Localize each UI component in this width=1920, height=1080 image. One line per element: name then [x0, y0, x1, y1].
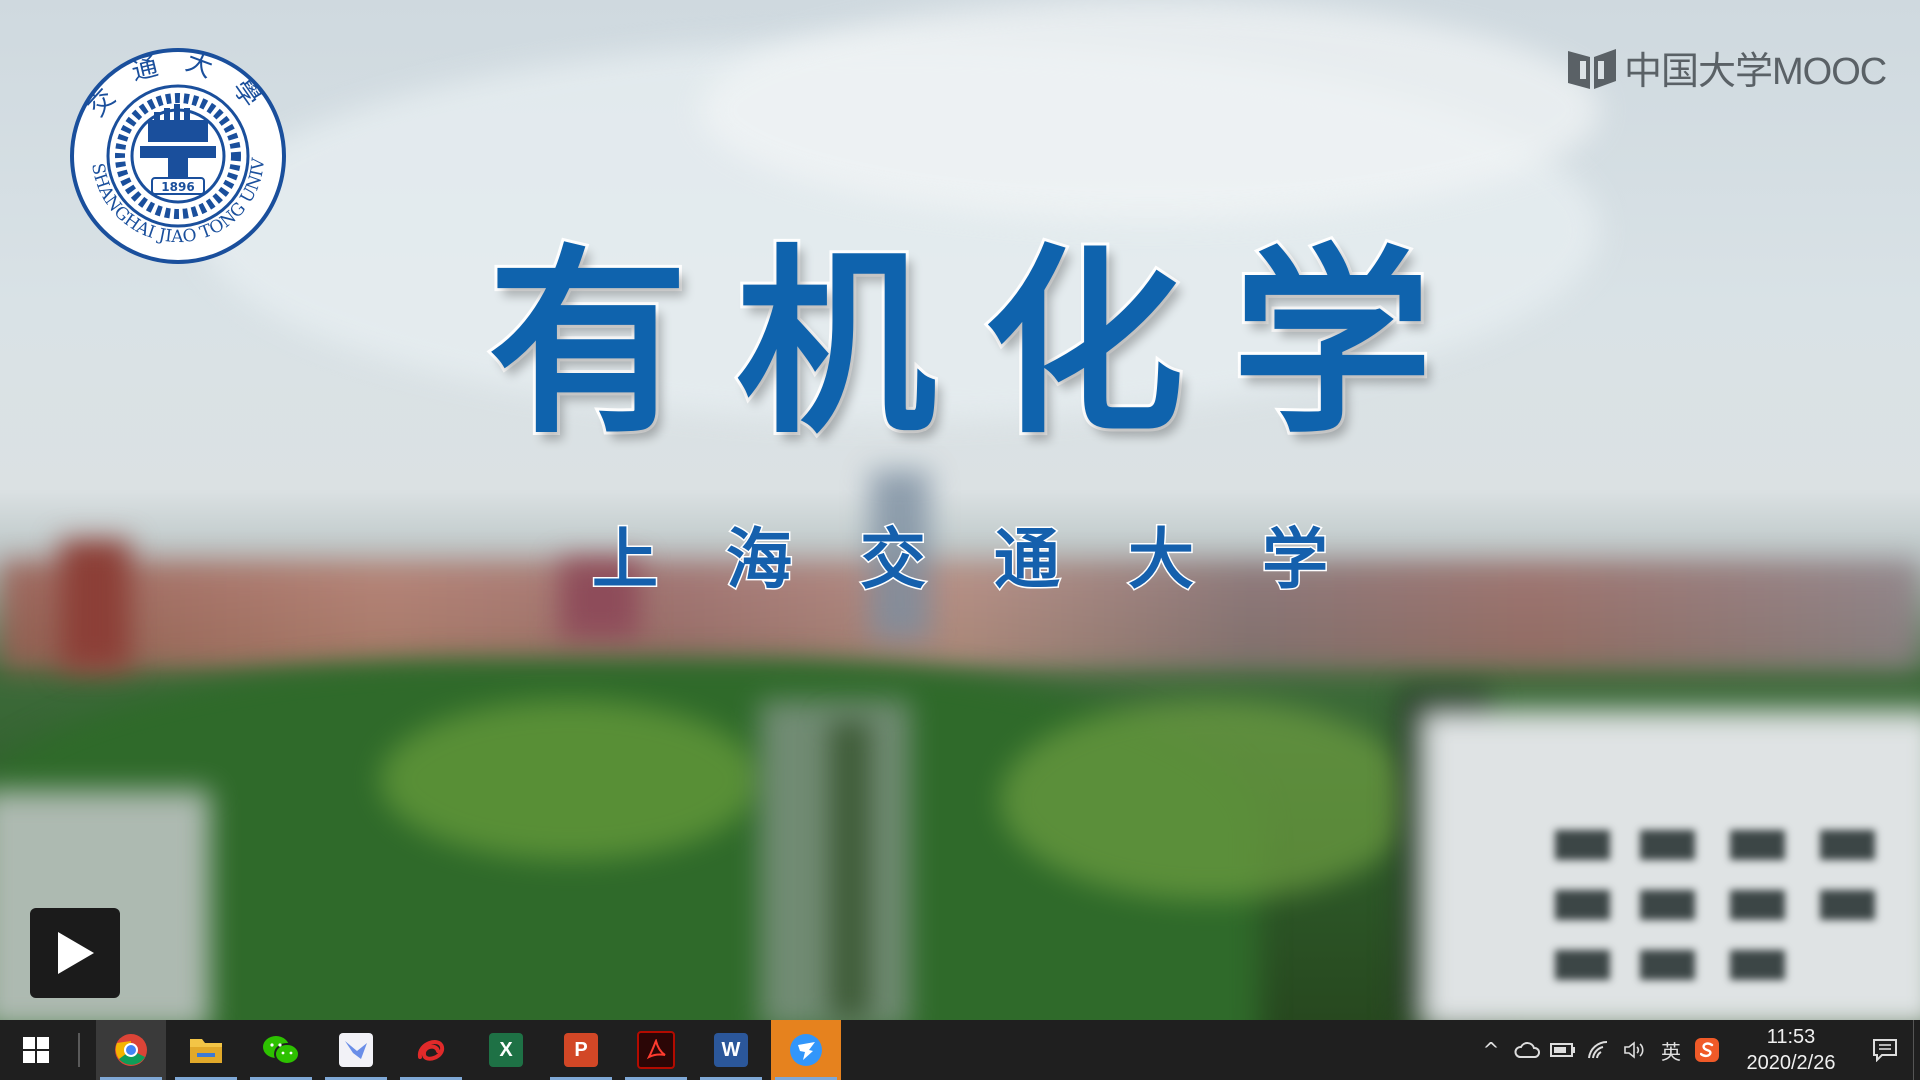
input-method-label[interactable]: 英 [1653, 1020, 1689, 1080]
pdf-icon [637, 1031, 675, 1069]
building-window [1555, 950, 1610, 980]
scribble-icon [417, 1040, 445, 1061]
notification-icon [1873, 1039, 1897, 1062]
clock-time: 11:53 [1766, 1026, 1816, 1048]
volume-icon[interactable] [1617, 1020, 1653, 1080]
building-window [1730, 890, 1785, 920]
windows-logo-icon [23, 1037, 49, 1063]
dingtalk-icon [790, 1034, 822, 1066]
taskbar-app-scribble[interactable] [396, 1020, 466, 1080]
sogou-input-icon[interactable] [1689, 1020, 1725, 1080]
clock[interactable]: 11:53 2020/2/26 [1731, 1024, 1851, 1076]
start-button[interactable] [0, 1020, 72, 1080]
word-icon: W [714, 1033, 748, 1067]
building-window [1730, 830, 1785, 860]
taskbar-app-powerpoint[interactable]: P [546, 1020, 616, 1080]
taskbar: X P W ^ 英 11:53 2020/2/26 [0, 1020, 1920, 1080]
battery-icon[interactable] [1545, 1020, 1581, 1080]
building-window [1555, 830, 1610, 860]
taskbar-app-pdf-reader[interactable] [621, 1020, 691, 1080]
building-window [1640, 890, 1695, 920]
bird-icon [339, 1033, 373, 1067]
taskbar-app-file-explorer[interactable] [171, 1020, 241, 1080]
university-title: 上海交通大学 [591, 520, 1396, 600]
folder-icon [190, 1039, 222, 1063]
taskbar-app-dingtalk[interactable] [771, 1020, 841, 1080]
show-desktop-button[interactable] [1913, 1020, 1920, 1080]
background-median [830, 720, 870, 1020]
taskbar-app-word[interactable]: W [696, 1020, 766, 1080]
background-sky-highlight [700, 0, 1600, 220]
building-window [1820, 890, 1875, 920]
background-lawn [1000, 700, 1420, 900]
open-book-icon [1568, 48, 1616, 89]
mooc-logo-text: 中国大学MOOC [1624, 51, 1887, 93]
building-window [1640, 950, 1695, 980]
action-center-button[interactable] [1857, 1020, 1913, 1080]
taskbar-separator [78, 1033, 80, 1067]
play-icon [58, 932, 94, 974]
play-button[interactable] [30, 908, 120, 998]
taskbar-app-excel[interactable]: X [471, 1020, 541, 1080]
powerpoint-icon: P [564, 1033, 598, 1067]
clock-date: 2020/2/26 [1746, 1052, 1836, 1074]
excel-icon: X [489, 1033, 523, 1067]
wechat-icon [263, 1036, 300, 1065]
taskbar-app-chrome[interactable] [96, 1020, 166, 1080]
seal-year: 1896 [161, 180, 194, 194]
building-window [1555, 890, 1610, 920]
background-lawn [380, 700, 760, 860]
taskbar-app-feishu[interactable] [321, 1020, 391, 1080]
course-title: 有机化学 [485, 227, 1480, 463]
building-window [1730, 950, 1785, 980]
show-hidden-icons-button[interactable]: ^ [1473, 1020, 1509, 1080]
system-tray: ^ 英 11:53 2020/2/26 [1473, 1020, 1920, 1080]
chrome-icon [115, 1034, 147, 1066]
onedrive-icon[interactable] [1509, 1020, 1545, 1080]
building-window [1820, 830, 1875, 860]
wifi-icon[interactable] [1581, 1020, 1617, 1080]
video-player[interactable]: SHANGHAI JIAO TONG UNIVERSITY 交通大學 1896 … [0, 0, 1920, 1020]
taskbar-app-wechat[interactable] [246, 1020, 316, 1080]
building-window [1640, 830, 1695, 860]
mooc-logo: 中国大学MOOC [1566, 40, 1887, 95]
